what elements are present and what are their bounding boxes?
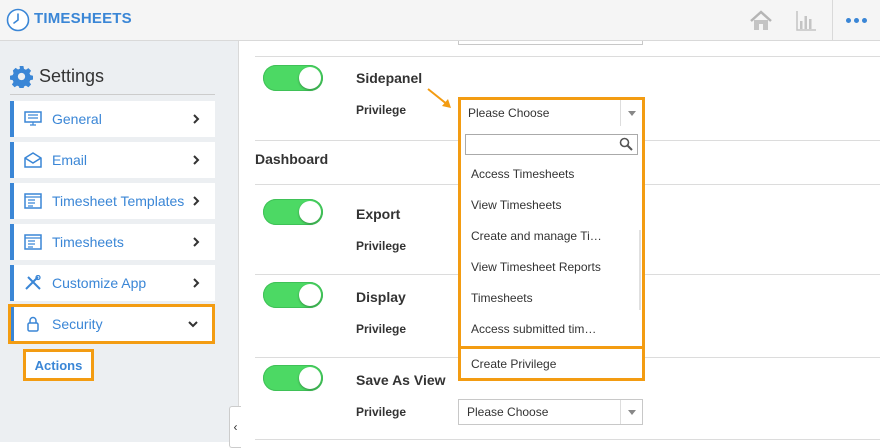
annotation-arrow-icon: [427, 88, 451, 108]
chevron-right-icon: [193, 196, 200, 206]
sidebar-item-label: Timesheets: [52, 234, 124, 250]
dropdown-option[interactable]: View Timesheet Reports: [471, 260, 601, 274]
settings-sidebar: Settings General Email Timesheet Templat…: [0, 41, 241, 448]
list-icon: [24, 234, 42, 250]
settings-title: Settings: [39, 66, 105, 86]
display-toggle[interactable]: [263, 282, 323, 308]
dropdown-scrollbar[interactable]: [639, 230, 641, 310]
divider: [10, 94, 215, 95]
clock-logo-icon: [6, 8, 30, 32]
sidebar-item-security[interactable]: Security: [8, 304, 215, 344]
lock-icon: [27, 316, 39, 332]
template-icon: [24, 193, 42, 209]
sidebar-item-label: Email: [52, 152, 88, 168]
save-as-view-privilege-select[interactable]: Please Choose: [458, 399, 643, 425]
more-dots-icon[interactable]: [845, 10, 867, 30]
search-icon: [619, 137, 633, 151]
save-as-view-toggle[interactable]: [263, 365, 323, 391]
display-privilege-label: Privilege: [356, 322, 407, 336]
dropdown-search-input[interactable]: [465, 134, 638, 155]
dropdown-option[interactable]: View Timesheets: [471, 198, 562, 212]
create-privilege-button[interactable]: Create Privilege: [458, 346, 645, 381]
sidebar-item-email[interactable]: Email: [10, 142, 215, 178]
sidebar-item-label: Security: [52, 316, 103, 332]
export-privilege-label: Privilege: [356, 239, 407, 253]
tools-icon: [25, 275, 41, 290]
chevron-right-icon: [193, 155, 200, 165]
display-title: Display: [356, 289, 406, 305]
sidebar-subitem-actions[interactable]: Actions: [23, 349, 94, 381]
dropdown-option[interactable]: Create and manage Ti…: [471, 229, 602, 243]
dropdown-option[interactable]: Timesheets: [471, 291, 533, 305]
sidebar-item-customize-app[interactable]: Customize App: [10, 265, 215, 301]
sidebar-item-label: General: [52, 111, 102, 127]
main-content: Sidepanel Privilege Dashboard Export Pri…: [240, 41, 880, 442]
divider: [255, 56, 880, 57]
sidepanel-toggle[interactable]: [263, 65, 323, 91]
save-as-view-privilege-label: Privilege: [356, 405, 407, 419]
settings-header: Settings: [10, 65, 104, 88]
previous-select-stub: [458, 41, 643, 45]
sidebar-item-timesheet-templates[interactable]: Timesheet Templates: [10, 183, 215, 219]
sidebar-item-label: Customize App: [52, 275, 147, 291]
chevron-down-icon: [188, 321, 198, 328]
sidepanel-privilege-select[interactable]: Please Choose: [461, 100, 642, 126]
caret-down-icon: [620, 100, 642, 126]
sidebar-item-label: Timesheet Templates: [52, 193, 185, 209]
chevron-right-icon: [193, 114, 200, 124]
sidepanel-privilege-dropdown[interactable]: Please Choose Access Timesheets View Tim…: [458, 97, 645, 381]
sidepanel-privilege-label: Privilege: [356, 103, 407, 117]
sidepanel-title: Sidepanel: [356, 70, 423, 86]
app-title: TIMESHEETS: [34, 10, 132, 27]
select-value: Please Choose: [467, 405, 549, 419]
dropdown-option[interactable]: Access Timesheets: [471, 167, 574, 181]
chevron-right-icon: [193, 278, 200, 288]
home-icon[interactable]: [748, 9, 774, 33]
bar-chart-icon[interactable]: [794, 9, 818, 33]
caret-down-icon: [620, 400, 642, 424]
save-as-view-title: Save As View: [356, 372, 446, 388]
top-bar: TIMESHEETS: [0, 0, 880, 41]
select-value: Please Choose: [468, 106, 550, 120]
export-title: Export: [356, 206, 401, 222]
dashboard-section-title: Dashboard: [255, 151, 329, 167]
dropdown-option[interactable]: Access submitted tim…: [471, 322, 596, 336]
divider: [255, 439, 880, 440]
sidebar-item-timesheets[interactable]: Timesheets: [10, 224, 215, 260]
sidebar-item-general[interactable]: General: [10, 101, 215, 137]
export-toggle[interactable]: [263, 199, 323, 225]
chevron-right-icon: [193, 237, 200, 247]
envelope-icon: [24, 152, 42, 168]
top-separator: [832, 0, 833, 41]
monitor-icon: [24, 111, 42, 126]
gear-icon: [10, 65, 33, 88]
